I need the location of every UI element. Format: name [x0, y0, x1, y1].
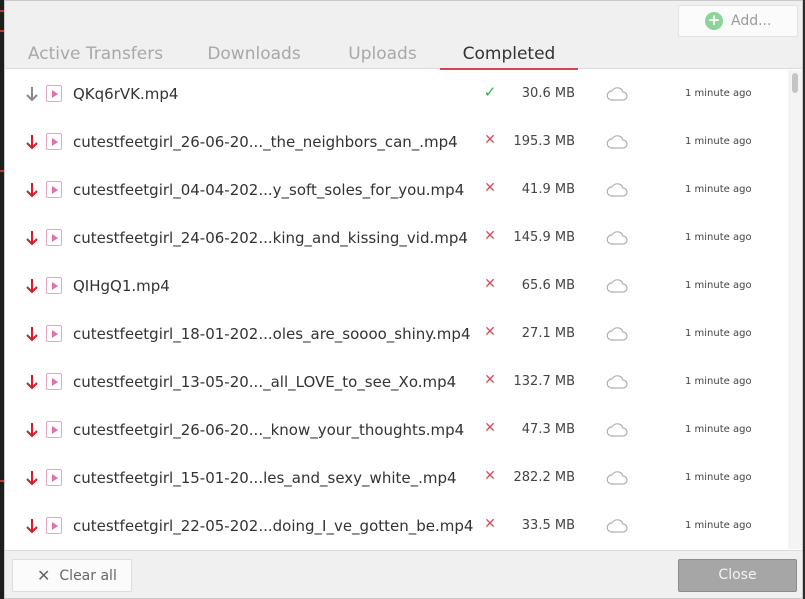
file-size: 195.3 MB — [513, 134, 575, 149]
clear-all-button[interactable]: ✕ Clear all — [12, 559, 132, 592]
scrollbar[interactable] — [788, 70, 802, 549]
tab-downloads[interactable]: Downloads — [204, 39, 304, 69]
video-file-icon — [46, 85, 62, 102]
file-name: cutestfeetgirl_13-05-20..._all_LOVE_to_s… — [73, 373, 457, 391]
close-button[interactable]: Close — [678, 559, 797, 592]
transfer-row[interactable]: cutestfeetgirl_04-04-202...y_soft_soles_… — [5, 166, 802, 214]
transfer-row[interactable]: cutestfeetgirl_13-05-20..._all_LOVE_to_s… — [5, 358, 802, 406]
video-file-icon — [46, 373, 62, 390]
tab-uploads[interactable]: Uploads — [345, 39, 420, 69]
transfer-time: 1 minute ago — [685, 232, 752, 243]
transfer-row[interactable]: cutestfeetgirl_26-06-20..._the_neighbors… — [5, 118, 802, 166]
download-arrow-icon — [26, 231, 38, 246]
download-arrow-icon — [26, 87, 38, 102]
transfer-row[interactable]: QIHgQ1.mp4 ✕ 65.6 MB 1 minute ago — [5, 262, 802, 310]
video-file-icon — [46, 517, 62, 534]
file-size: 47.3 MB — [521, 422, 575, 437]
file-name: cutestfeetgirl_26-06-20..._know_your_tho… — [73, 421, 465, 439]
cloud-icon[interactable] — [606, 86, 628, 102]
cloud-icon[interactable] — [606, 182, 628, 198]
cloud-icon[interactable] — [606, 518, 628, 534]
cloud-icon[interactable] — [606, 134, 628, 150]
file-name: cutestfeetgirl_22-05-202...doing_I_ve_go… — [73, 517, 474, 535]
video-file-icon — [46, 325, 62, 342]
file-size: 30.6 MB — [521, 86, 575, 101]
download-arrow-icon — [26, 135, 38, 150]
transfer-time: 1 minute ago — [685, 472, 752, 483]
tab-completed[interactable]: Completed — [440, 39, 578, 70]
file-name: cutestfeetgirl_04-04-202...y_soft_soles_… — [73, 181, 465, 199]
transfer-time: 1 minute ago — [685, 424, 752, 435]
file-name: QIHgQ1.mp4 — [73, 277, 170, 295]
file-size: 65.6 MB — [521, 278, 575, 293]
video-file-icon — [46, 469, 62, 486]
video-file-icon — [46, 229, 62, 246]
file-name: QKq6rVK.mp4 — [73, 85, 179, 103]
download-arrow-icon — [26, 423, 38, 438]
cloud-icon[interactable] — [606, 422, 628, 438]
file-size: 282.2 MB — [513, 470, 575, 485]
scrollbar-thumb[interactable] — [792, 73, 798, 93]
video-file-icon — [46, 277, 62, 294]
transfer-time: 1 minute ago — [685, 184, 752, 195]
file-size: 132.7 MB — [513, 374, 575, 389]
cloud-icon[interactable] — [606, 278, 628, 294]
tab-active-transfers[interactable]: Active Transfers — [23, 39, 168, 69]
transfer-row[interactable]: cutestfeetgirl_24-06-202...king_and_kiss… — [5, 214, 802, 262]
transfer-manager-dialog: + Add... Active Transfers Downloads Uplo… — [4, 0, 803, 599]
add-button[interactable]: + Add... — [678, 5, 798, 37]
transfer-time: 1 minute ago — [685, 376, 752, 387]
cloud-icon[interactable] — [606, 374, 628, 390]
file-size: 41.9 MB — [521, 182, 575, 197]
video-file-icon — [46, 133, 62, 150]
transfer-time: 1 minute ago — [685, 88, 752, 99]
file-name: cutestfeetgirl_26-06-20..._the_neighbors… — [73, 133, 458, 151]
video-file-icon — [46, 421, 62, 438]
cloud-icon[interactable] — [606, 326, 628, 342]
transfer-time: 1 minute ago — [685, 136, 752, 147]
transfer-row[interactable]: cutestfeetgirl_26-06-20..._know_your_tho… — [5, 406, 802, 454]
download-arrow-icon — [26, 327, 38, 342]
download-arrow-icon — [26, 183, 38, 198]
file-size: 145.9 MB — [513, 230, 575, 245]
clear-all-label: Clear all — [59, 567, 117, 584]
transfer-row[interactable]: cutestfeetgirl_18-01-202...oles_are_sooo… — [5, 310, 802, 358]
download-arrow-icon — [26, 519, 38, 534]
cloud-icon[interactable] — [606, 470, 628, 486]
file-name: cutestfeetgirl_15-01-20...les_and_sexy_w… — [73, 469, 457, 487]
transfer-time: 1 minute ago — [685, 328, 752, 339]
download-arrow-icon — [26, 279, 38, 294]
transfer-time: 1 minute ago — [685, 280, 752, 291]
video-file-icon — [46, 181, 62, 198]
transfer-row[interactable]: cutestfeetgirl_15-01-20...les_and_sexy_w… — [5, 454, 802, 502]
download-arrow-icon — [26, 375, 38, 390]
add-button-label: Add... — [731, 13, 772, 29]
dialog-footer: ✕ Clear all Close — [5, 550, 802, 598]
download-arrow-icon — [26, 471, 38, 486]
transfer-list: QKq6rVK.mp4 ✓ 30.6 MB 1 minute ago cutes… — [5, 70, 802, 549]
transfer-time: 1 minute ago — [685, 520, 752, 531]
transfer-row[interactable]: cutestfeetgirl_22-05-202...doing_I_ve_go… — [5, 502, 802, 549]
cloud-icon[interactable] — [606, 230, 628, 246]
file-size: 27.1 MB — [521, 326, 575, 341]
file-name: cutestfeetgirl_18-01-202...oles_are_sooo… — [73, 325, 471, 343]
dialog-header: + Add... Active Transfers Downloads Uplo… — [5, 1, 802, 70]
plus-circle-icon: + — [705, 12, 723, 30]
transfer-row[interactable]: QKq6rVK.mp4 ✓ 30.6 MB 1 minute ago — [5, 70, 802, 118]
file-name: cutestfeetgirl_24-06-202...king_and_kiss… — [73, 229, 468, 247]
file-size: 33.5 MB — [521, 518, 575, 533]
x-icon: ✕ — [37, 565, 51, 585]
